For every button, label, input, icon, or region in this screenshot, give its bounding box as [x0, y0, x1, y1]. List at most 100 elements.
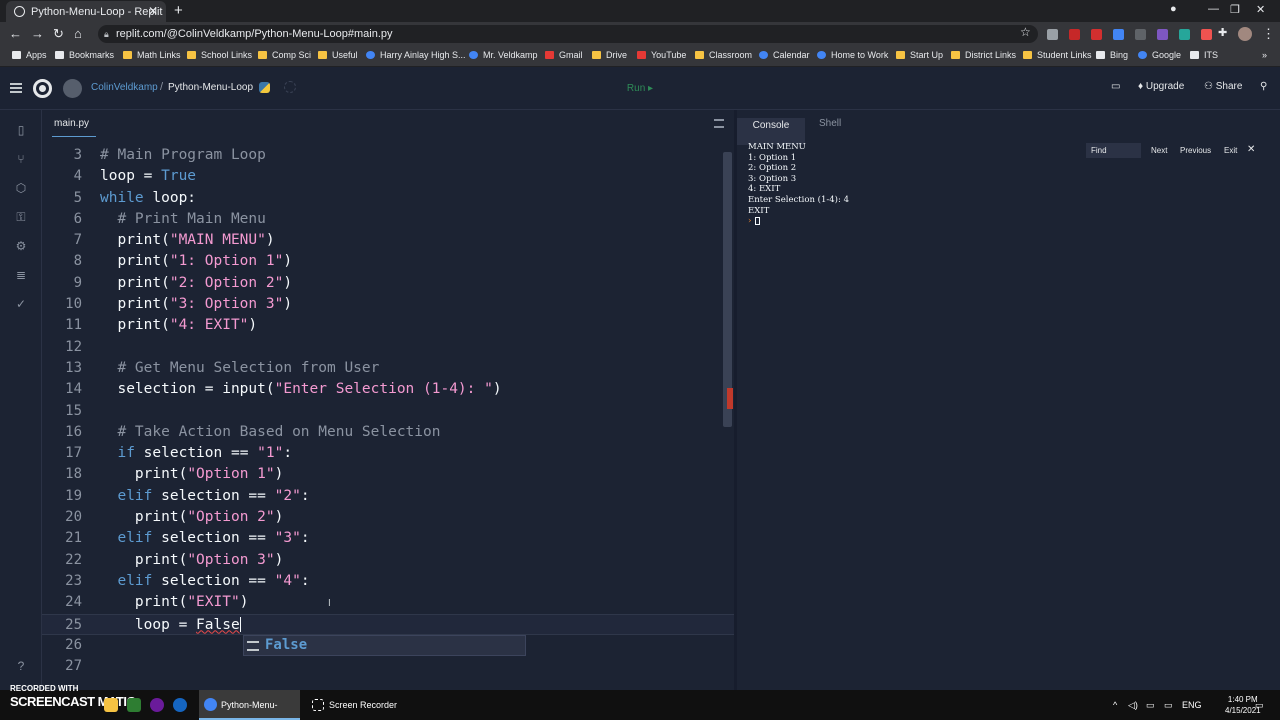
breadcrumb-user[interactable]: ColinVeldkamp: [91, 82, 158, 93]
code-line[interactable]: 20 print("Option 2"): [42, 507, 734, 528]
code-text[interactable]: print("3: Option 3"): [100, 294, 292, 315]
extensions-puzzle-icon[interactable]: ✚: [1218, 26, 1227, 39]
extension-icon[interactable]: [1179, 29, 1190, 40]
bookmark-student-links[interactable]: Student Links: [1023, 50, 1092, 60]
code-line[interactable]: 24 print("EXIT"): [42, 592, 734, 613]
close-window-icon[interactable]: ✕: [1256, 3, 1265, 16]
code-line[interactable]: 19 elif selection == "2":: [42, 486, 734, 507]
bookmark-mr-veldkamp[interactable]: Mr. Veldkamp: [469, 50, 538, 60]
code-line[interactable]: 25 loop = False: [42, 613, 734, 636]
code-text[interactable]: print("Option 1"): [100, 464, 283, 485]
code-line[interactable]: 8 print("1: Option 1"): [42, 251, 734, 272]
extension-icon[interactable]: [1201, 29, 1212, 40]
extension-icon[interactable]: [1157, 29, 1168, 40]
notifications-icon[interactable]: ▭: [1255, 700, 1264, 711]
address-bar[interactable]: 🔒︎ replit.com/@ColinVeldkamp/Python-Menu…: [98, 25, 1038, 43]
code-text[interactable]: loop = True: [100, 166, 196, 187]
app-icon[interactable]: [127, 698, 141, 712]
extension-icon[interactable]: [1091, 29, 1102, 40]
code-line[interactable]: 10 print("3: Option 3"): [42, 294, 734, 315]
back-icon[interactable]: ←: [9, 26, 22, 41]
language-indicator[interactable]: ENG: [1182, 700, 1202, 710]
find-next-button[interactable]: Next: [1151, 146, 1167, 155]
code-text[interactable]: loop = False: [100, 615, 241, 636]
autocomplete-popup[interactable]: False: [243, 635, 526, 656]
profile-icon[interactable]: ●: [1170, 3, 1177, 15]
code-line[interactable]: 3 # Main Program Loop: [42, 145, 734, 166]
bookmark-harry-ainlay[interactable]: Harry Ainlay High S...: [366, 50, 466, 60]
reload-icon[interactable]: ↻: [53, 26, 64, 42]
app-icon[interactable]: [150, 698, 164, 712]
code-lines[interactable]: 3 # Main Program Loop 4 loop = True 5 while l…: [42, 145, 734, 677]
edge-icon[interactable]: [173, 698, 187, 712]
code-line[interactable]: 11 print("4: EXIT"): [42, 315, 734, 336]
code-text[interactable]: print("MAIN MENU"): [100, 230, 274, 251]
file-tab-main[interactable]: main.py: [54, 118, 89, 129]
code-text[interactable]: selection = input("Enter Selection (1-4)…: [100, 379, 501, 400]
run-button[interactable]: Run ▸: [614, 80, 666, 98]
code-text[interactable]: if selection == "1":: [100, 443, 292, 464]
bookmark-school-links[interactable]: School Links: [187, 50, 252, 60]
code-text[interactable]: print("Option 3"): [100, 550, 283, 571]
bookmark-drive[interactable]: Drive: [592, 50, 627, 60]
packages-icon[interactable]: ⬡: [15, 182, 27, 194]
find-input[interactable]: Find: [1086, 143, 1141, 158]
unit-tests-check-icon[interactable]: ✓: [15, 298, 27, 310]
find-previous-button[interactable]: Previous: [1180, 146, 1211, 155]
bookmark-math-links[interactable]: Math Links: [123, 50, 181, 60]
bookmark-google[interactable]: Google: [1138, 50, 1181, 60]
secrets-lock-icon[interactable]: ⚿: [15, 211, 27, 223]
extension-icon[interactable]: [1113, 29, 1124, 40]
bookmark-bookmarks[interactable]: Bookmarks: [55, 50, 114, 60]
code-line[interactable]: 7 print("MAIN MENU"): [42, 230, 734, 251]
code-line[interactable]: 14 selection = input("Enter Selection (1…: [42, 379, 734, 400]
tab-shell[interactable]: Shell: [819, 118, 841, 129]
bookmark-comp-sci[interactable]: Comp Sci: [258, 50, 311, 60]
code-line[interactable]: 9 print("2: Option 2"): [42, 273, 734, 294]
console-output[interactable]: MAIN MENU 1: Option 1 2: Option 2 3: Option…: [748, 142, 849, 227]
code-line[interactable]: 15: [42, 401, 734, 422]
code-text[interactable]: # Print Main Menu: [100, 209, 265, 230]
bookmark-apps[interactable]: Apps: [12, 50, 47, 60]
hamburger-menu-icon[interactable]: [10, 83, 22, 93]
extension-icon[interactable]: [1047, 29, 1058, 40]
bookmark-its[interactable]: ITS: [1190, 50, 1218, 60]
code-line[interactable]: 6 # Print Main Menu: [42, 209, 734, 230]
code-text[interactable]: # Get Menu Selection from User: [100, 358, 379, 379]
bookmark-home-to-work[interactable]: Home to Work: [817, 50, 888, 60]
autocomplete-suggestion[interactable]: False: [265, 636, 307, 655]
code-line[interactable]: 22 print("Option 3"): [42, 550, 734, 571]
code-line[interactable]: 5 while loop:: [42, 188, 734, 209]
help-icon[interactable]: ?: [15, 660, 27, 672]
code-line[interactable]: 4 loop = True: [42, 166, 734, 187]
editor-menu-icon[interactable]: [714, 119, 724, 128]
star-icon[interactable]: ☆: [1020, 25, 1031, 39]
code-text[interactable]: print("2: Option 2"): [100, 273, 292, 294]
file-explorer-icon[interactable]: [104, 698, 118, 712]
files-icon[interactable]: ▯: [15, 124, 27, 136]
forward-icon[interactable]: →: [31, 26, 44, 41]
find-exit-button[interactable]: Exit: [1224, 146, 1237, 155]
minimize-icon[interactable]: —: [1208, 3, 1219, 15]
code-text[interactable]: print("1: Option 1"): [100, 251, 292, 272]
bookmark-classroom[interactable]: Classroom: [695, 50, 752, 60]
code-text[interactable]: while loop:: [100, 188, 196, 209]
code-line[interactable]: 27: [42, 656, 734, 677]
database-icon[interactable]: ≣: [15, 269, 27, 281]
bookmark-gmail[interactable]: Gmail: [545, 50, 583, 60]
code-line[interactable]: 16 # Take Action Based on Menu Selection: [42, 422, 734, 443]
code-text[interactable]: elif selection == "2":: [100, 486, 309, 507]
bookmark-useful[interactable]: Useful: [318, 50, 358, 60]
replit-logo-icon[interactable]: [33, 79, 52, 98]
settings-icon[interactable]: ⚙: [15, 240, 27, 252]
code-text[interactable]: elif selection == "3":: [100, 528, 309, 549]
taskbar-screen-recorder[interactable]: Screen Recorder: [308, 690, 408, 720]
chrome-menu-icon[interactable]: ⋮: [1262, 26, 1275, 42]
profile-avatar[interactable]: [1238, 27, 1252, 41]
home-icon[interactable]: ⌂: [74, 26, 82, 41]
chat-icon[interactable]: ▭: [1111, 81, 1120, 92]
breadcrumb-repl-name[interactable]: Python-Menu-Loop: [168, 82, 253, 93]
taskbar-chrome-window[interactable]: Python-Menu-Loo...: [199, 690, 300, 720]
bookmark-start-up[interactable]: Start Up: [896, 50, 943, 60]
close-tab-icon[interactable]: ✕: [148, 4, 158, 18]
